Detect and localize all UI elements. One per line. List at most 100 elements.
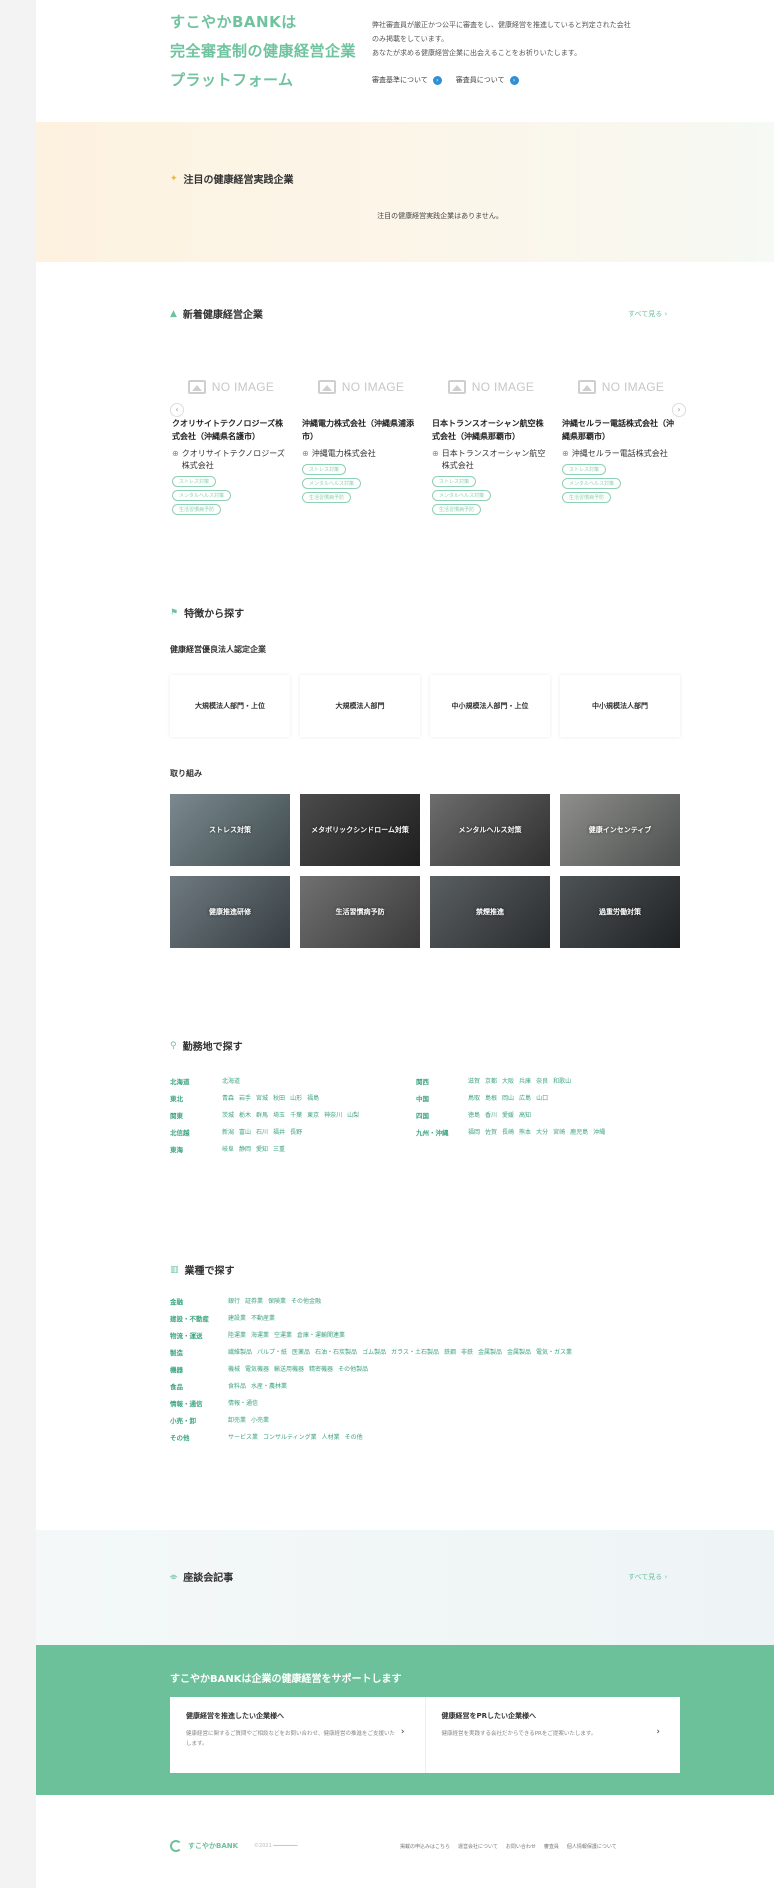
company-card[interactable]: NO IMAGE 沖縄セルラー電話株式会社（沖縄県那覇市） ⊕ 沖縄セルラー電話株… xyxy=(562,367,680,515)
pref-link[interactable]: 神奈川 xyxy=(324,1110,342,1119)
company-card[interactable]: NO IMAGE クオリサイトテクノロジーズ株式会社（沖縄県名護市） ⊕ クオリサ… xyxy=(172,367,290,515)
industry-link[interactable]: コンサルティング業 xyxy=(263,1432,317,1441)
pref-link[interactable]: 佐賀 xyxy=(485,1127,497,1136)
region-name[interactable]: 北信越 xyxy=(170,1127,222,1137)
industry-link[interactable]: 電気・ガス業 xyxy=(536,1347,572,1356)
pref-link[interactable]: 山梨 xyxy=(347,1110,359,1119)
pref-link[interactable]: 北海道 xyxy=(222,1076,240,1085)
pref-link[interactable]: 福井 xyxy=(273,1127,285,1136)
footer-link[interactable]: 掲載の申込みはこちら xyxy=(400,1843,450,1850)
pref-link[interactable]: 岡山 xyxy=(502,1093,514,1102)
industry-category[interactable]: その他 xyxy=(170,1432,228,1442)
pref-link[interactable]: 滋賀 xyxy=(468,1076,480,1085)
pref-link[interactable]: 青森 xyxy=(222,1093,234,1102)
pref-link[interactable]: 茨城 xyxy=(222,1110,234,1119)
pref-link[interactable]: 富山 xyxy=(239,1127,251,1136)
pref-link[interactable]: 長崎 xyxy=(502,1127,514,1136)
reviewers-link[interactable]: 審査員について › xyxy=(456,75,519,85)
region-name[interactable]: 中国 xyxy=(416,1093,468,1103)
criteria-link[interactable]: 審査基準について › xyxy=(372,75,442,85)
talk-see-all[interactable]: すべて見る › xyxy=(628,1572,667,1582)
cert-card[interactable]: 大規模法人部門 xyxy=(300,675,420,737)
new-companies-see-all[interactable]: すべて見る › xyxy=(628,309,667,319)
industry-link[interactable]: 医薬品 xyxy=(292,1347,310,1356)
initiative-tile[interactable]: 健康インセンティブ xyxy=(560,794,680,866)
industry-category[interactable]: 食品 xyxy=(170,1381,228,1391)
pref-link[interactable]: 大阪 xyxy=(502,1076,514,1085)
industry-link[interactable]: ゴム製品 xyxy=(362,1347,386,1356)
industry-link[interactable]: 海運業 xyxy=(251,1330,269,1339)
industry-link[interactable]: ガラス・土石製品 xyxy=(391,1347,439,1356)
footer-link[interactable]: 個人情報保護について xyxy=(567,1843,617,1850)
industry-link[interactable]: その他金融 xyxy=(291,1296,321,1305)
pref-link[interactable]: 秋田 xyxy=(273,1093,285,1102)
company-card[interactable]: NO IMAGE 日本トランスオーシャン航空株式会社（沖縄県那覇市） ⊕ 日本トラ… xyxy=(432,367,550,515)
pref-link[interactable]: 京都 xyxy=(485,1076,497,1085)
pref-link[interactable]: 東京 xyxy=(307,1110,319,1119)
industry-link[interactable]: 金属製品 xyxy=(478,1347,502,1356)
pref-link[interactable]: 宮崎 xyxy=(553,1127,565,1136)
pref-link[interactable]: 岩手 xyxy=(239,1093,251,1102)
industry-link[interactable]: 建設業 xyxy=(228,1313,246,1322)
pref-link[interactable]: 鹿児島 xyxy=(570,1127,588,1136)
pref-link[interactable]: 香川 xyxy=(485,1110,497,1119)
pref-link[interactable]: 熊本 xyxy=(519,1127,531,1136)
industry-link[interactable]: 非鉄 xyxy=(461,1347,473,1356)
industry-link[interactable]: 機械 xyxy=(228,1364,240,1373)
pref-link[interactable]: 石川 xyxy=(256,1127,268,1136)
region-name[interactable]: 四国 xyxy=(416,1110,468,1120)
industry-link[interactable]: サービス業 xyxy=(228,1432,258,1441)
industry-link[interactable]: 食料品 xyxy=(228,1381,246,1390)
cert-card[interactable]: 中小規模法人部門 xyxy=(560,675,680,737)
industry-link[interactable]: 繊維製品 xyxy=(228,1347,252,1356)
industry-category[interactable]: 情報・通信 xyxy=(170,1398,228,1408)
pref-link[interactable]: 三重 xyxy=(273,1144,285,1153)
pref-link[interactable]: 徳島 xyxy=(468,1110,480,1119)
initiative-tile[interactable]: 生活習慣病予防 xyxy=(300,876,420,948)
cert-card[interactable]: 大規模法人部門・上位 xyxy=(170,675,290,737)
initiative-tile[interactable]: メンタルヘルス対策 xyxy=(430,794,550,866)
cert-card[interactable]: 中小規模法人部門・上位 xyxy=(430,675,550,737)
pref-link[interactable]: 島根 xyxy=(485,1093,497,1102)
pref-link[interactable]: 高知 xyxy=(519,1110,531,1119)
initiative-tile[interactable]: 過重労働対策 xyxy=(560,876,680,948)
pref-link[interactable]: 奈良 xyxy=(536,1076,548,1085)
pref-link[interactable]: 宮城 xyxy=(256,1093,268,1102)
pref-link[interactable]: 福島 xyxy=(307,1093,319,1102)
industry-link[interactable]: 輸送用機器 xyxy=(274,1364,304,1373)
industry-link[interactable]: 保険業 xyxy=(268,1296,286,1305)
pref-link[interactable]: 静岡 xyxy=(239,1144,251,1153)
industry-link[interactable]: 鉄鋼 xyxy=(444,1347,456,1356)
company-card[interactable]: NO IMAGE 沖縄電力株式会社（沖縄県浦添市） ⊕ 沖縄電力株式会社 ストレス… xyxy=(302,367,420,515)
pref-link[interactable]: 山口 xyxy=(536,1093,548,1102)
region-name[interactable]: 関西 xyxy=(416,1076,468,1086)
industry-link[interactable]: 不動産業 xyxy=(251,1313,275,1322)
industry-category[interactable]: 物流・運送 xyxy=(170,1330,228,1340)
initiative-tile[interactable]: ストレス対策 xyxy=(170,794,290,866)
pref-link[interactable]: 沖縄 xyxy=(593,1127,605,1136)
industry-category[interactable]: 製造 xyxy=(170,1347,228,1357)
industry-link[interactable]: 石油・石炭製品 xyxy=(315,1347,357,1356)
pref-link[interactable]: 広島 xyxy=(519,1093,531,1102)
pref-link[interactable]: 岐阜 xyxy=(222,1144,234,1153)
industry-link[interactable]: 人材業 xyxy=(322,1432,340,1441)
pref-link[interactable]: 愛知 xyxy=(256,1144,268,1153)
footer-link[interactable]: 運営会社について xyxy=(458,1843,498,1850)
pref-link[interactable]: 新潟 xyxy=(222,1127,234,1136)
industry-category[interactable]: 小売・卸 xyxy=(170,1415,228,1425)
industry-link[interactable]: 金属製品 xyxy=(507,1347,531,1356)
industry-category[interactable]: 建設・不動産 xyxy=(170,1313,228,1323)
initiative-tile[interactable]: メタボリックシンドローム対策 xyxy=(300,794,420,866)
region-name[interactable]: 東北 xyxy=(170,1093,222,1103)
region-name[interactable]: 九州・沖縄 xyxy=(416,1127,468,1137)
pref-link[interactable]: 福岡 xyxy=(468,1127,480,1136)
industry-link[interactable]: 陸運業 xyxy=(228,1330,246,1339)
industry-link[interactable]: 銀行 xyxy=(228,1296,240,1305)
pref-link[interactable]: 大分 xyxy=(536,1127,548,1136)
pref-link[interactable]: 栃木 xyxy=(239,1110,251,1119)
industry-link[interactable]: 精密機器 xyxy=(309,1364,333,1373)
pref-link[interactable]: 埼玉 xyxy=(273,1110,285,1119)
footer-link[interactable]: お問い合わせ xyxy=(506,1843,536,1850)
industry-link[interactable]: 情報・通信 xyxy=(228,1398,258,1407)
initiative-tile[interactable]: 禁煙推進 xyxy=(430,876,550,948)
